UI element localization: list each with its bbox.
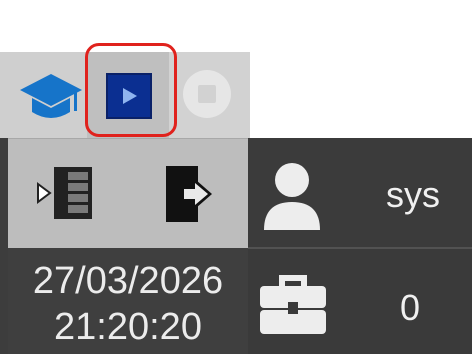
count-label: 0 xyxy=(399,287,421,328)
left-edge xyxy=(0,138,8,354)
exit-icon[interactable] xyxy=(162,162,214,226)
stop-button[interactable] xyxy=(182,69,232,119)
stop-icon xyxy=(183,70,231,118)
user-icon xyxy=(258,160,326,232)
focus-highlight xyxy=(85,43,177,137)
briefcase-icon xyxy=(258,272,328,336)
date-label: 27/03/2026 xyxy=(32,260,224,302)
graduation-cap-icon[interactable] xyxy=(18,66,84,126)
sidebar-list-icon[interactable] xyxy=(34,165,98,221)
username-label: sys xyxy=(386,174,440,215)
time-label: 21:20:20 xyxy=(54,306,202,348)
divider xyxy=(248,247,472,249)
